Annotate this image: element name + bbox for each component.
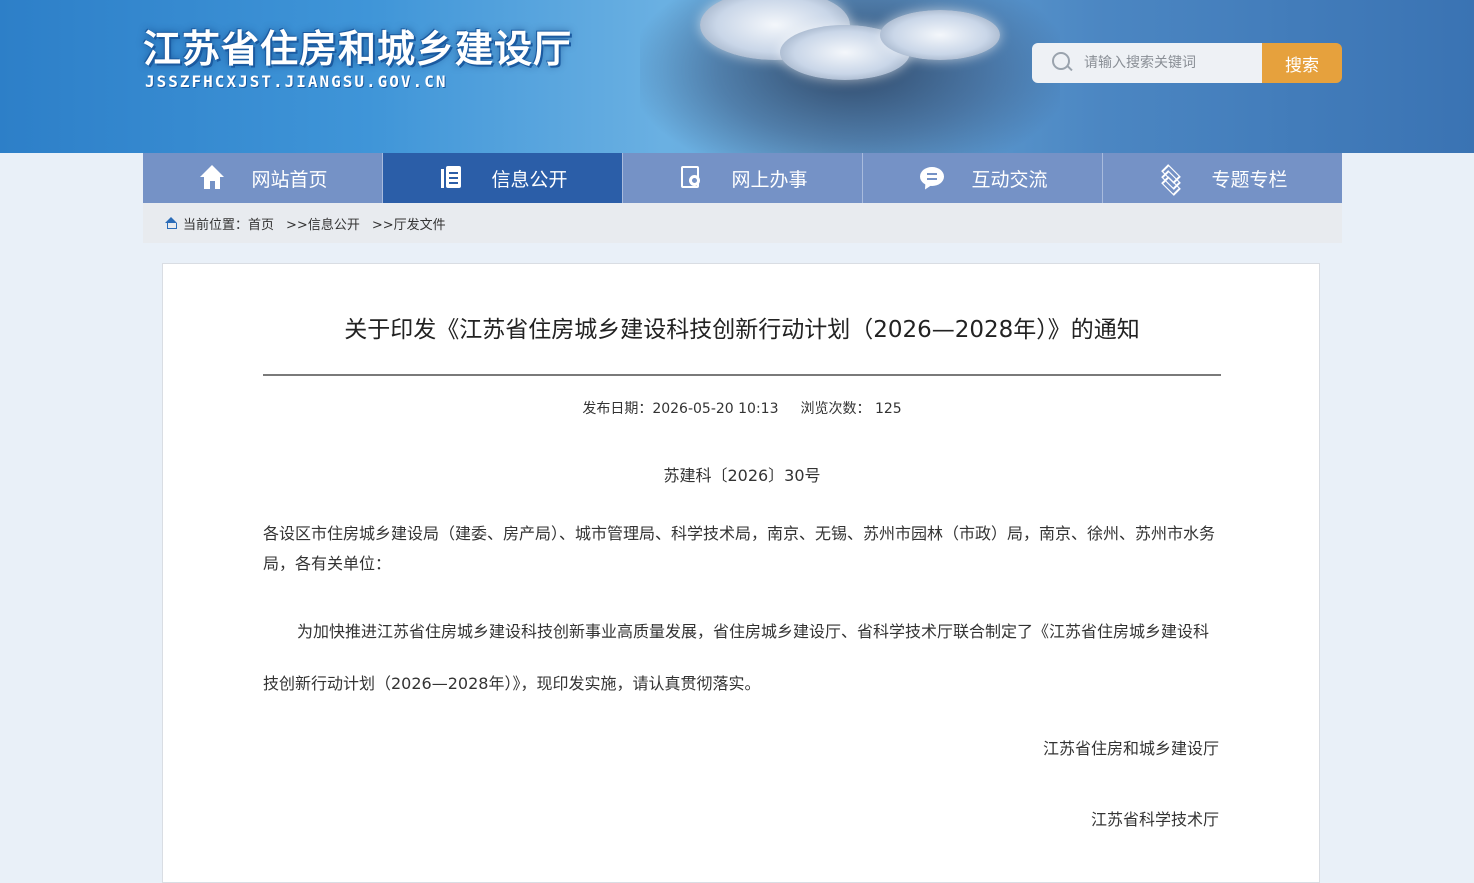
site-header: 江苏省住房和城乡建设厅 JSSZFHCXJST.JIANGSU.GOV.CN 搜… bbox=[0, 0, 1474, 153]
signature-co-issuer: 江苏省科学技术厅 bbox=[1090, 810, 1219, 829]
body-paragraph: 为加快推进江苏省住房城乡建设科技创新事业高质量发展，省住房城乡建设厅、省科学技术… bbox=[263, 622, 1210, 693]
nav-item-info-disclosure[interactable]: 信息公开 bbox=[383, 153, 623, 203]
breadcrumb-info-disclosure[interactable]: >>信息公开 bbox=[286, 214, 360, 233]
search-button[interactable]: 搜索 bbox=[1262, 43, 1342, 83]
search-icon bbox=[1052, 52, 1074, 74]
site-title[interactable]: 江苏省住房和城乡建设厅 bbox=[143, 18, 572, 73]
nav-item-special-topics[interactable]: 专题专栏 bbox=[1103, 153, 1342, 203]
breadcrumb-prefix: 当前位置： bbox=[183, 217, 249, 233]
breadcrumb-department-documents[interactable]: >>厅发文件 bbox=[372, 214, 446, 233]
nav-item-label: 信息公开 bbox=[491, 168, 568, 191]
nav-item-label: 网站首页 bbox=[251, 168, 328, 191]
nav-item-label: 互动交流 bbox=[971, 168, 1048, 191]
document-number: 苏建科〔2026〕30号 bbox=[663, 466, 821, 485]
search-box bbox=[1032, 43, 1262, 83]
chat-icon bbox=[917, 163, 947, 193]
search-input[interactable] bbox=[1082, 54, 1256, 72]
home-icon bbox=[197, 163, 227, 193]
article-title: 关于印发《江苏省住房城乡建设科技创新行动计划（2026—2028年）》的通知 bbox=[344, 317, 1140, 343]
nav-item-label: 专题专栏 bbox=[1211, 168, 1288, 191]
search-document-icon bbox=[677, 163, 707, 193]
location-home-icon bbox=[165, 217, 177, 229]
site-domain: JSSZFHCXJST.JIANGSU.GOV.CN bbox=[145, 72, 448, 91]
recipients-paragraph: 各设区市住房城乡建设局（建委、房产局）、城市管理局、科学技术局，南京、无锡、苏州… bbox=[263, 524, 1216, 573]
document-icon bbox=[437, 163, 467, 193]
main-nav: 网站首页 信息公开 网上办事 互动交流 专题专栏 bbox=[143, 153, 1342, 203]
article-card: 关于印发《江苏省住房城乡建设科技创新行动计划（2026—2028年）》的通知 发… bbox=[162, 263, 1320, 883]
breadcrumb-home[interactable]: 首页 bbox=[248, 214, 274, 233]
breadcrumb: 当前位置： 首页 >>信息公开 >>厅发文件 bbox=[143, 203, 1342, 243]
nav-item-interaction[interactable]: 互动交流 bbox=[863, 153, 1103, 203]
stadium-decoration bbox=[880, 10, 1000, 60]
layers-icon bbox=[1157, 163, 1187, 196]
article-meta: 发布日期：2026-05-20 10:13 浏览次数： 125 bbox=[163, 398, 1321, 418]
signature-issuer: 江苏省住房和城乡建设厅 bbox=[1042, 739, 1219, 758]
nav-item-online-services[interactable]: 网上办事 bbox=[623, 153, 863, 203]
publish-date: 发布日期：2026-05-20 10:13 bbox=[582, 401, 779, 417]
view-count: 浏览次数： 125 bbox=[800, 401, 902, 417]
nav-item-label: 网上办事 bbox=[731, 168, 808, 191]
title-divider bbox=[263, 374, 1221, 376]
nav-item-home[interactable]: 网站首页 bbox=[143, 153, 383, 203]
